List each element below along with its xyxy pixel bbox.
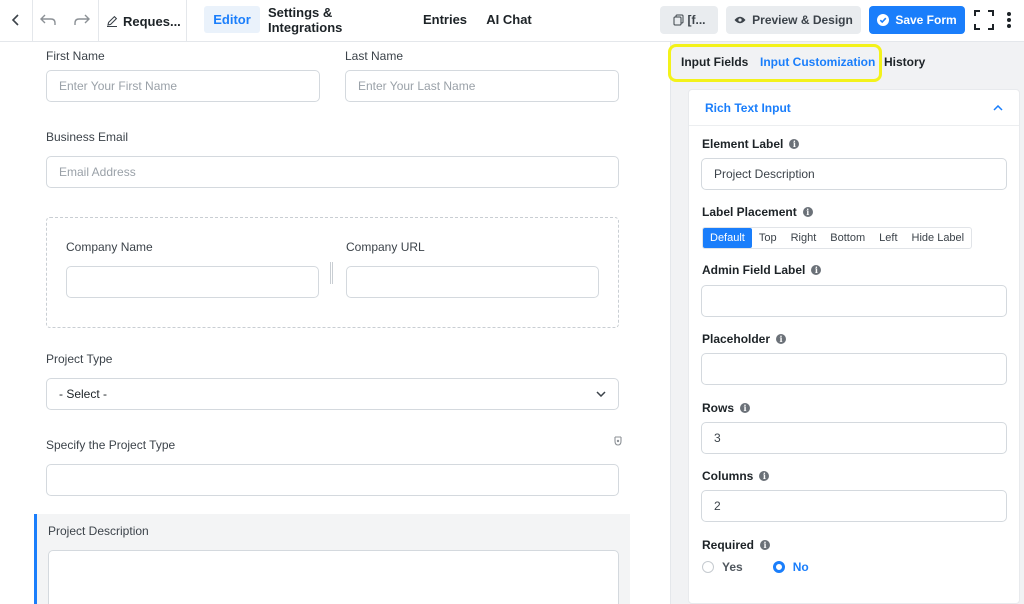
rows-value: 3 bbox=[714, 431, 721, 445]
check-circle-icon bbox=[877, 14, 890, 26]
company-url-input[interactable] bbox=[346, 266, 599, 298]
first-name-label: First Name bbox=[46, 49, 105, 63]
columns-text: Columns bbox=[702, 469, 754, 483]
panel-header[interactable]: Rich Text Input bbox=[689, 90, 1019, 126]
form-title-text: Reques... bbox=[123, 13, 181, 29]
rows-text: Rows bbox=[702, 401, 735, 415]
fullscreen-icon[interactable] bbox=[972, 9, 996, 31]
panel-title: Rich Text Input bbox=[705, 100, 791, 115]
placement-option-top[interactable]: Top bbox=[752, 228, 784, 248]
last-name-placeholder: Enter Your Last Name bbox=[358, 79, 476, 93]
placeholder-heading: Placeholder i bbox=[702, 332, 787, 346]
chevron-down-icon bbox=[596, 391, 606, 397]
admin-field-label-heading: Admin Field Label i bbox=[702, 263, 822, 277]
tab-ai-chat-label: AI Chat bbox=[486, 12, 532, 27]
info-icon[interactable]: i bbox=[789, 139, 800, 149]
copy-icon bbox=[673, 14, 683, 26]
label-placement-text: Label Placement bbox=[702, 205, 797, 219]
required-no-radio[interactable] bbox=[772, 561, 785, 573]
placement-option-right[interactable]: Right bbox=[784, 228, 824, 248]
tab-settings-label: Settings & Integrations bbox=[268, 4, 343, 35]
columns-value: 2 bbox=[714, 499, 721, 513]
tab-entries-label: Entries bbox=[422, 12, 468, 27]
tab-editor-label: Editor bbox=[213, 12, 251, 27]
element-label-input[interactable]: Project Description bbox=[701, 158, 1007, 190]
required-radio-group: Yes No bbox=[702, 560, 809, 574]
last-name-input[interactable]: Enter Your Last Name bbox=[345, 70, 619, 102]
first-name-placeholder: Enter Your First Name bbox=[59, 79, 178, 93]
info-icon[interactable]: i bbox=[759, 471, 770, 481]
shortcode-label: [f... bbox=[687, 13, 706, 27]
placement-option-bottom[interactable]: Bottom bbox=[823, 228, 872, 248]
element-label-value: Project Description bbox=[714, 167, 815, 181]
first-name-input[interactable]: Enter Your First Name bbox=[46, 70, 320, 102]
required-yes-radio[interactable] bbox=[702, 561, 714, 573]
divider bbox=[32, 0, 33, 42]
admin-field-label-text: Admin Field Label bbox=[702, 263, 806, 277]
project-description-textarea[interactable] bbox=[48, 550, 619, 604]
tab-highlight-annotation bbox=[668, 44, 882, 82]
project-type-select[interactable]: - Select - bbox=[46, 378, 619, 410]
save-form-button[interactable]: Save Form bbox=[869, 6, 965, 34]
placement-option-hide-label[interactable]: Hide Label bbox=[905, 228, 972, 248]
tab-entries[interactable]: Entries bbox=[418, 6, 472, 33]
shortcode-button[interactable]: [f... bbox=[660, 6, 718, 34]
admin-field-label-input[interactable] bbox=[701, 285, 1007, 317]
required-yes-label: Yes bbox=[722, 560, 743, 574]
info-icon[interactable]: i bbox=[811, 265, 822, 275]
save-label: Save Form bbox=[895, 13, 957, 27]
label-placement-heading: Label Placement i bbox=[702, 205, 813, 219]
rows-input[interactable]: 3 bbox=[701, 422, 1007, 454]
conditional-logic-icon[interactable] bbox=[613, 435, 623, 450]
element-label-text: Element Label bbox=[702, 137, 784, 151]
label-placement-options: Default Top Right Bottom Left Hide Label bbox=[702, 227, 973, 249]
rows-heading: Rows i bbox=[702, 401, 751, 415]
placement-option-left[interactable]: Left bbox=[872, 228, 904, 248]
columns-input[interactable]: 2 bbox=[701, 490, 1007, 522]
last-name-label: Last Name bbox=[345, 49, 404, 63]
business-email-input[interactable]: Email Address bbox=[46, 156, 619, 188]
divider bbox=[186, 0, 187, 42]
divider bbox=[98, 0, 99, 42]
tab-settings-integrations[interactable]: Settings & Integrations bbox=[268, 4, 406, 35]
redo-icon[interactable] bbox=[72, 10, 92, 30]
placeholder-text: Placeholder bbox=[702, 332, 771, 346]
back-chevron-icon[interactable] bbox=[6, 10, 26, 30]
info-icon[interactable]: i bbox=[760, 540, 771, 550]
info-icon[interactable]: i bbox=[740, 403, 751, 413]
company-name-label: Company Name bbox=[66, 240, 153, 254]
column-resize-handle[interactable] bbox=[330, 262, 333, 284]
undo-icon[interactable] bbox=[38, 10, 58, 30]
required-no-label: No bbox=[792, 560, 809, 574]
required-text: Required bbox=[702, 538, 755, 552]
project-description-label: Project Description bbox=[48, 524, 149, 538]
tab-history[interactable]: History bbox=[884, 55, 925, 69]
edit-pencil-icon bbox=[107, 15, 118, 27]
form-title[interactable]: Reques... bbox=[106, 0, 181, 42]
company-name-input[interactable] bbox=[66, 266, 319, 298]
more-options-icon[interactable] bbox=[1002, 9, 1016, 31]
top-bar: Reques... Editor Settings & Integrations… bbox=[0, 0, 1024, 42]
tab-ai-chat[interactable]: AI Chat bbox=[482, 6, 536, 33]
company-url-label: Company URL bbox=[346, 240, 425, 254]
preview-design-button[interactable]: Preview & Design bbox=[726, 6, 861, 34]
tab-editor[interactable]: Editor bbox=[204, 6, 260, 33]
business-email-placeholder: Email Address bbox=[59, 165, 136, 179]
business-email-label: Business Email bbox=[46, 130, 129, 144]
placement-option-default[interactable]: Default bbox=[703, 228, 752, 248]
specify-project-type-label: Specify the Project Type bbox=[46, 438, 176, 452]
info-icon[interactable]: i bbox=[776, 334, 787, 344]
info-icon[interactable]: i bbox=[802, 207, 813, 217]
element-label-heading: Element Label i bbox=[702, 137, 800, 151]
preview-label: Preview & Design bbox=[752, 13, 853, 27]
eye-icon bbox=[734, 16, 746, 24]
chevron-up-icon bbox=[993, 104, 1003, 111]
required-heading: Required i bbox=[702, 538, 771, 552]
placeholder-input[interactable] bbox=[701, 353, 1007, 385]
project-type-value: - Select - bbox=[59, 387, 108, 401]
columns-heading: Columns i bbox=[702, 469, 770, 483]
project-type-label: Project Type bbox=[46, 352, 113, 366]
specify-project-type-input[interactable] bbox=[46, 464, 619, 496]
